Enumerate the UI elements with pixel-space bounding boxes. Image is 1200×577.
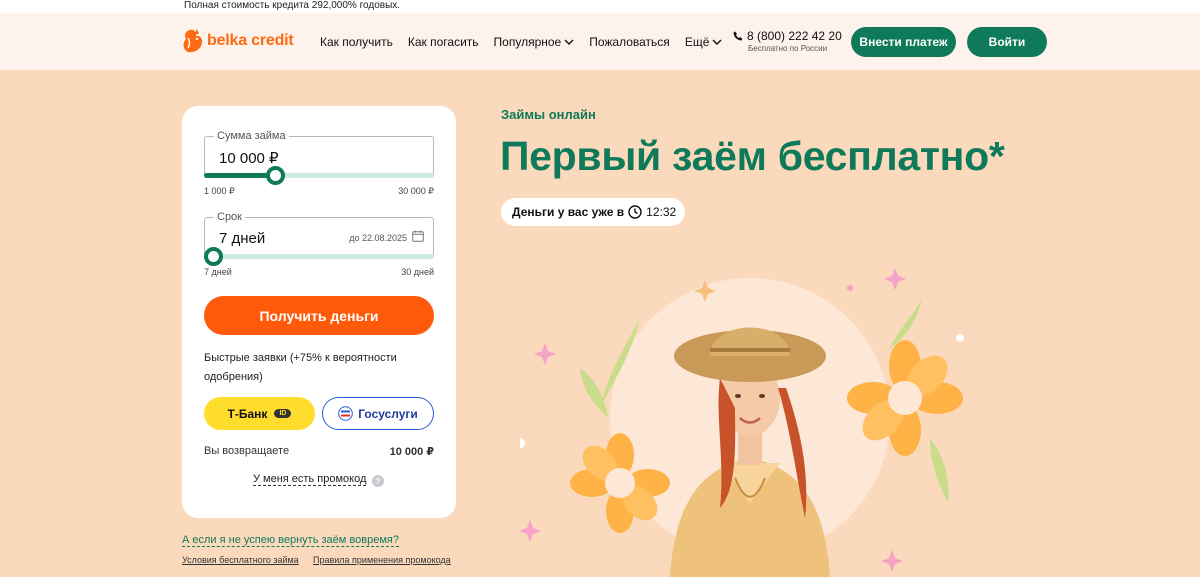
header: belka credit Как получить Как погасить П…	[0, 13, 1200, 70]
login-button[interactable]: Войти	[967, 27, 1047, 57]
get-money-button[interactable]: Получить деньги	[204, 296, 434, 335]
return-amount-row: Вы возвращаете 10 000 ₽	[204, 445, 434, 458]
amount-field[interactable]: Сумма займа 10 000 ₽	[204, 129, 434, 176]
nav-how-to-get[interactable]: Как получить	[320, 35, 393, 49]
promo-rules-link[interactable]: Правила применения промокода	[313, 555, 451, 565]
return-value: 10 000 ₽	[389, 446, 434, 458]
nav-label: Пожаловаться	[589, 35, 670, 49]
clock-icon	[628, 205, 642, 219]
money-time: 12:32	[646, 205, 677, 219]
money-label: Деньги у вас уже в	[512, 205, 625, 219]
term-label: Срок	[214, 210, 245, 224]
money-time-badge: Деньги у вас уже в 12:32	[501, 198, 685, 226]
fast-applications-note: Быстрые заявки (+75% к вероятности одобр…	[204, 352, 397, 383]
phone-block[interactable]: 8 (800) 222 42 20 Бесплатно по России	[733, 29, 842, 53]
tbank-id-badge: ID	[274, 409, 292, 418]
amount-slider[interactable]	[204, 166, 434, 185]
free-loan-conditions-link[interactable]: Условия бесплатного займа	[182, 555, 299, 565]
logo[interactable]: belka credit	[182, 27, 294, 55]
tbank-id-button[interactable]: Т-Банк ID	[204, 397, 315, 430]
term-value: 7 дней	[219, 230, 266, 247]
hero-title: Первый заём бесплатно*	[500, 133, 1005, 179]
chevron-down-icon	[712, 39, 722, 45]
amount-label: Сумма займа	[214, 129, 289, 143]
gosuslugi-label: Госуслуги	[358, 406, 418, 421]
term-range: 7 дней 30 дней	[204, 267, 434, 277]
nav-complain[interactable]: Пожаловаться	[589, 35, 670, 49]
nav-label: Как погасить	[407, 35, 479, 49]
amount-max: 30 000 ₽	[398, 186, 434, 196]
term-max: 30 дней	[401, 267, 434, 277]
hero-subtitle: Займы онлайн	[501, 107, 596, 122]
squirrel-logo-icon	[183, 29, 203, 53]
return-label: Вы возвращаете	[204, 445, 290, 457]
chevron-down-icon	[564, 39, 574, 45]
amount-slider-fill	[204, 173, 275, 178]
amount-range: 1 000 ₽ 30 000 ₽	[204, 186, 434, 197]
loan-calculator: Сумма займа 10 000 ₽ 1 000 ₽ 30 000 ₽ Ср…	[182, 106, 456, 518]
term-min: 7 дней	[204, 267, 232, 277]
credit-cost-bar: Полная стоимость кредита 292,000% годовы…	[0, 0, 1200, 13]
promo-code-link[interactable]: У меня есть промокод	[253, 473, 367, 486]
term-field[interactable]: Срок 7 дней до 22.08.2025	[204, 210, 434, 257]
nav-label: Как получить	[320, 35, 393, 49]
nav-popular[interactable]: Популярное	[494, 35, 575, 49]
gosuslugi-button[interactable]: Госуслуги	[322, 397, 434, 430]
main-nav: Как получить Как погасить Популярное Пож…	[320, 35, 737, 49]
credit-cost-text: Полная стоимость кредита 292,000% годовы…	[184, 0, 401, 11]
amount-slider-handle[interactable]	[265, 166, 285, 185]
tbank-label: Т-Банк	[227, 406, 268, 421]
phone-note: Бесплатно по России	[748, 44, 828, 53]
term-slider-handle[interactable]	[204, 247, 223, 266]
amount-value: 10 000 ₽	[219, 150, 279, 167]
nav-how-to-repay[interactable]: Как погасить	[408, 35, 479, 49]
logo-text: belka credit	[207, 32, 294, 49]
amount-min: 1 000 ₽	[204, 186, 235, 196]
term-slider[interactable]	[204, 247, 434, 266]
hero-illustration	[520, 268, 964, 577]
late-repayment-link[interactable]: А если я не успею вернуть заём вовремя?	[182, 534, 399, 547]
gosuslugi-icon	[338, 406, 353, 421]
nav-more[interactable]: Ещё	[685, 35, 723, 49]
term-until-date: до 22.08.2025	[349, 233, 407, 243]
nav-label: Ещё	[684, 35, 710, 49]
calendar-icon[interactable]	[412, 230, 424, 242]
phone-icon	[733, 31, 743, 41]
nav-label: Популярное	[493, 35, 562, 49]
make-payment-button[interactable]: Внести платеж	[851, 27, 956, 57]
phone-number: 8 (800) 222 42 20	[747, 29, 842, 43]
help-icon[interactable]: ?	[372, 475, 384, 487]
